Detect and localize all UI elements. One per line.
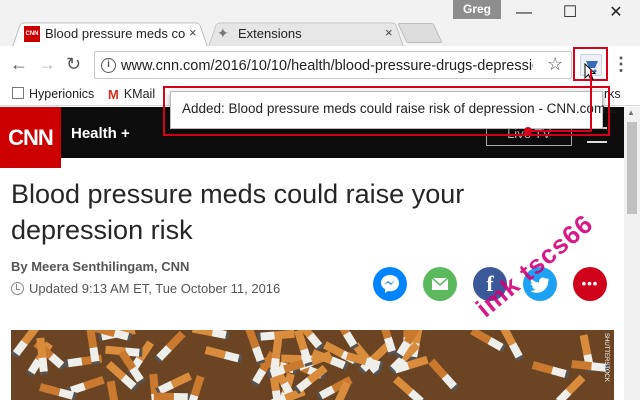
annotation-arrow [528, 130, 592, 132]
tab-label: Extensions [238, 26, 302, 41]
share-messenger-button[interactable] [373, 267, 407, 301]
bookmark-kmail[interactable]: M KMail [108, 87, 156, 102]
bookmark-star-icon[interactable]: ☆ [547, 54, 563, 75]
article-photo-cigarettes [11, 330, 614, 400]
gmail-icon: M [108, 87, 119, 102]
info-icon[interactable]: i [101, 58, 116, 73]
cnn-favicon-icon: CNN [24, 26, 40, 42]
section-nav-health[interactable]: Health + [71, 125, 130, 142]
article-headline: Blood pressure meds could raise your dep… [11, 179, 465, 245]
close-window-button[interactable]: ✕ [602, 2, 630, 24]
messenger-icon [381, 275, 399, 293]
cnn-logo[interactable]: CNN [0, 107, 61, 168]
clock-icon [11, 282, 24, 295]
title-bar: CNN Blood pressure meds cou × ✦ Extensio… [0, 0, 640, 47]
user-badge[interactable]: Greg [453, 0, 501, 19]
scrollbar-thumb[interactable] [627, 122, 637, 214]
bookmark-label: Hyperionics [29, 87, 95, 101]
article-timestamp: Updated 9:13 AM ET, Tue October 11, 2016 [11, 281, 280, 296]
tab-cnn-article[interactable]: CNN Blood pressure meds cou × [12, 20, 208, 47]
menu-icon[interactable]: ⋮ [612, 54, 630, 75]
email-icon [431, 277, 449, 290]
annotation-arrow [590, 70, 592, 132]
new-tab-button[interactable] [397, 23, 443, 43]
minimize-button[interactable]: — [510, 2, 538, 24]
scroll-up-arrow-icon[interactable]: ▲ [627, 108, 635, 117]
timestamp-text: Updated 9:13 AM ET, Tue October 11, 2016 [29, 281, 281, 296]
maximize-button[interactable]: ☐ [556, 2, 584, 24]
tab-close-icon[interactable]: × [189, 25, 197, 40]
share-more-button[interactable]: ••• [573, 267, 607, 301]
puzzle-icon: ✦ [217, 25, 229, 41]
bookmark-label: KMail [123, 87, 156, 101]
annotation-arrow-dot [524, 127, 532, 135]
bookmark-hyperionics[interactable]: Hyperionics [12, 87, 94, 101]
back-button[interactable]: ← [10, 54, 28, 75]
article-byline: By Meera Senthilingam, CNN [11, 259, 190, 274]
share-email-button[interactable] [423, 267, 457, 301]
photo-credit: SHUTTERSTOCK [603, 333, 609, 382]
page-icon [12, 87, 24, 99]
tab-label: Blood pressure meds cou [45, 26, 185, 41]
toolbar: ← → ↻ i www.cnn.com/2016/10/10/health/bl… [0, 46, 640, 84]
url-text[interactable]: www.cnn.com/2016/10/10/health/blood-pres… [121, 58, 533, 74]
extension-popup: Added: Blood pressure meds could raise r… [170, 91, 616, 129]
popup-message: Added: Blood pressure meds could raise r… [182, 101, 617, 116]
reload-button[interactable]: ↻ [66, 54, 81, 75]
tab-extensions[interactable]: ✦ Extensions × [208, 20, 404, 47]
address-bar[interactable]: i www.cnn.com/2016/10/10/health/blood-pr… [94, 51, 572, 79]
forward-button[interactable]: → [38, 54, 56, 75]
tab-close-icon[interactable]: × [385, 25, 393, 40]
more-icon: ••• [581, 276, 599, 291]
